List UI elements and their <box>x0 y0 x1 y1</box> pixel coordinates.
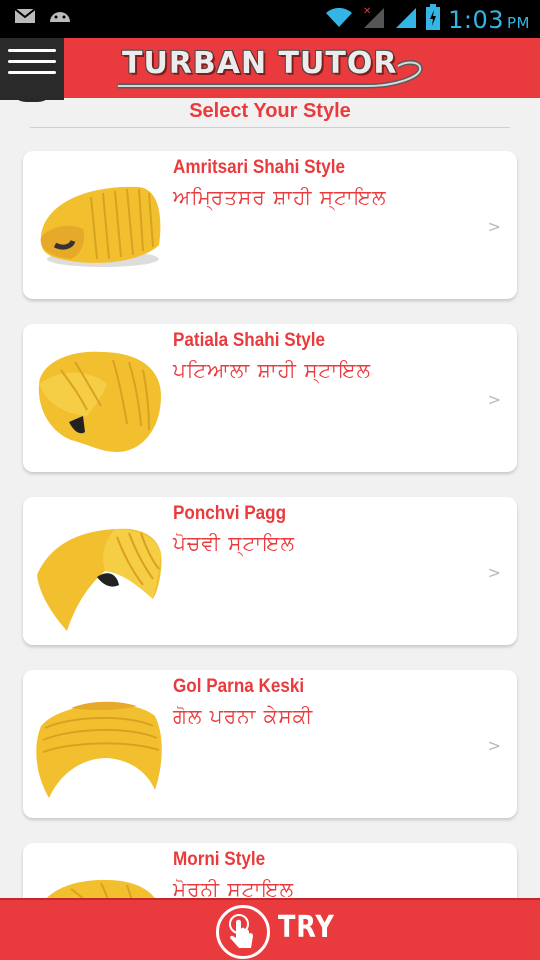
amritsari-turban-image <box>40 186 161 267</box>
style-name-punjabi: ਅਮ੍ਰਿਤਸਰ ਸ਼ਾਹੀ ਸ੍ਟਾਇਲ <box>173 185 387 209</box>
style-card-morni[interactable]: Morni Style ਮੋਰਨੀ ਸਟਾਇਲ <box>23 843 517 900</box>
style-name-punjabi: ਗੋਲ ਪਰਨਾ ਕੇਸਕੀ <box>173 704 314 728</box>
try-bar[interactable]: TRY <box>0 898 540 960</box>
chevron-right-icon: > <box>487 390 501 409</box>
chevron-right-icon: > <box>487 736 501 755</box>
gol-parna-keski-image <box>36 701 162 798</box>
style-name: Amritsari Shahi Style <box>173 157 346 178</box>
style-card-gol-parna-keski[interactable]: Gol Parna Keski ਗੋਲ ਪਰਨਾ ਕੇਸਕੀ > <box>23 670 517 818</box>
morni-turban-image <box>45 879 157 900</box>
style-name: Patiala Shahi Style <box>173 330 326 351</box>
style-list[interactable]: Select Your Style Amritsari Shahi Style … <box>0 0 540 900</box>
style-card-ponchvi-pagg[interactable]: Ponchvi Pagg ਪੋਚਵੀ ਸ੍ਟਾਇਲ > <box>23 497 517 645</box>
style-name: Morni Style <box>173 849 266 870</box>
divider <box>30 127 510 128</box>
style-name-punjabi: ਮੋਰਨੀ ਸਟਾਇਲ <box>173 877 295 900</box>
ponchvi-turban-image <box>37 528 162 631</box>
style-name-punjabi: ਪੋਚਵੀ ਸ੍ਟਾਇਲ <box>173 531 296 555</box>
page-subtitle: Select Your Style <box>189 100 351 122</box>
try-button-label[interactable]: TRY <box>278 910 335 945</box>
style-name: Ponchvi Pagg <box>173 503 287 524</box>
style-name: Gol Parna Keski <box>173 676 305 697</box>
chevron-right-icon: > <box>487 563 501 582</box>
touch-hand-icon <box>216 905 270 959</box>
style-card-patiala-shahi[interactable]: Patiala Shahi Style ਪਟਿਆਲਾ ਸ਼ਾਹੀ ਸ੍ਟਾਇਲ … <box>23 324 517 472</box>
patiala-turban-image <box>38 351 161 452</box>
style-card-amritsari-shahi[interactable]: Amritsari Shahi Style ਅਮ੍ਰਿਤਸਰ ਸ਼ਾਹੀ ਸ੍ਟ… <box>23 151 517 299</box>
style-name-punjabi: ਪਟਿਆਲਾ ਸ਼ਾਹੀ ਸ੍ਟਾਇਲ <box>173 358 371 382</box>
chevron-right-icon: > <box>487 217 501 236</box>
